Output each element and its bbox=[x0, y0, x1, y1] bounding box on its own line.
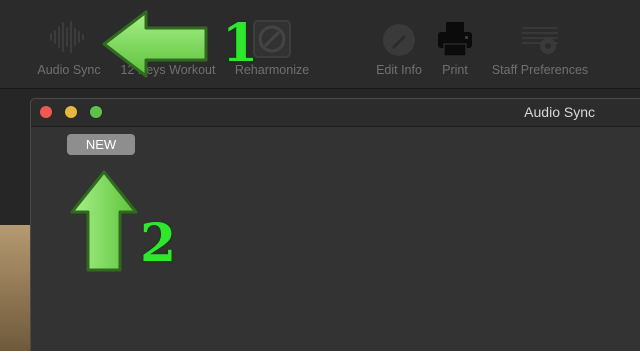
background-image-edge bbox=[0, 225, 30, 351]
waveform-icon bbox=[47, 20, 91, 57]
left-arrow-icon bbox=[102, 10, 208, 78]
app-toolbar: Audio Sync 12 Keys Workout Reharmonize E… bbox=[0, 0, 640, 89]
minimize-button[interactable] bbox=[65, 106, 77, 118]
window-titlebar[interactable]: Audio Sync bbox=[31, 99, 640, 127]
zoom-button[interactable] bbox=[90, 106, 102, 118]
toolbar-staff-preferences[interactable]: Staff Preferences bbox=[482, 0, 598, 88]
printer-icon bbox=[435, 20, 475, 61]
toolbar-label: Staff Preferences bbox=[491, 63, 589, 77]
new-button[interactable]: NEW bbox=[67, 134, 135, 155]
step-1-label: 1 bbox=[222, 13, 259, 74]
edit-pencil-icon bbox=[381, 22, 417, 61]
up-arrow-icon bbox=[70, 170, 138, 272]
toolbar-print[interactable]: Print bbox=[434, 0, 476, 88]
step-2-label: 2 bbox=[140, 213, 177, 274]
toolbar-label: Edit Info bbox=[376, 63, 422, 77]
toolbar-edit-info[interactable]: Edit Info bbox=[366, 0, 432, 88]
window-title: Audio Sync bbox=[524, 104, 595, 120]
close-button[interactable] bbox=[40, 106, 52, 118]
toolbar-label: Print bbox=[442, 63, 468, 77]
staff-gear-icon bbox=[518, 18, 562, 61]
